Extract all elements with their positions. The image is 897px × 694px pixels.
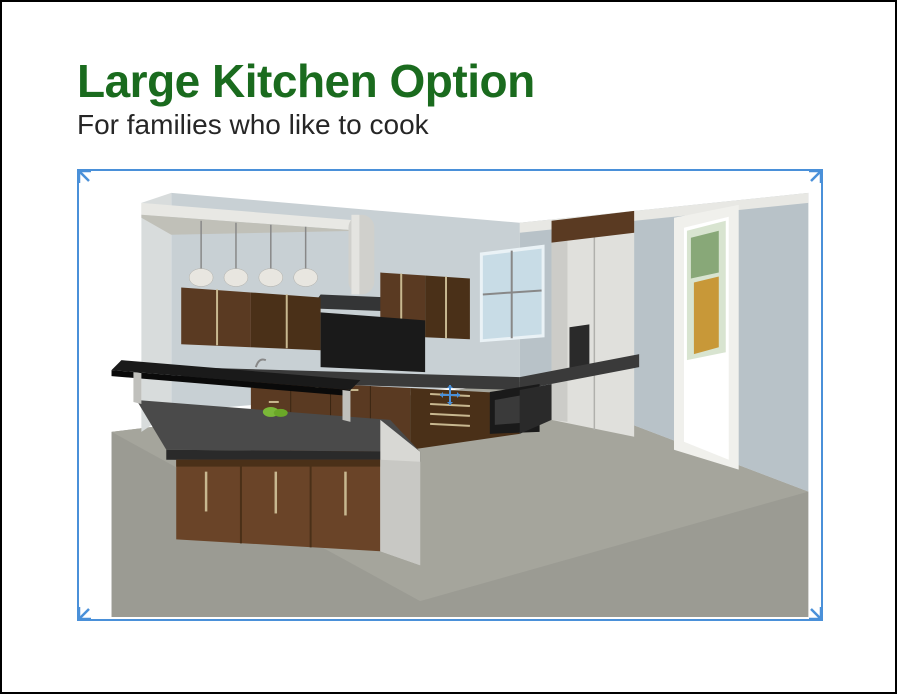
slide-subtitle: For families who like to cook: [77, 109, 820, 141]
selection-handle-tr[interactable]: [805, 169, 823, 187]
selected-image-frame[interactable]: [77, 169, 823, 621]
selection-handle-br[interactable]: [805, 603, 823, 621]
selection-handle-bl[interactable]: [77, 603, 95, 621]
slide-title: Large Kitchen Option: [77, 57, 820, 105]
selection-center-handle[interactable]: [438, 383, 462, 407]
selection-handle-tl[interactable]: [77, 169, 95, 187]
